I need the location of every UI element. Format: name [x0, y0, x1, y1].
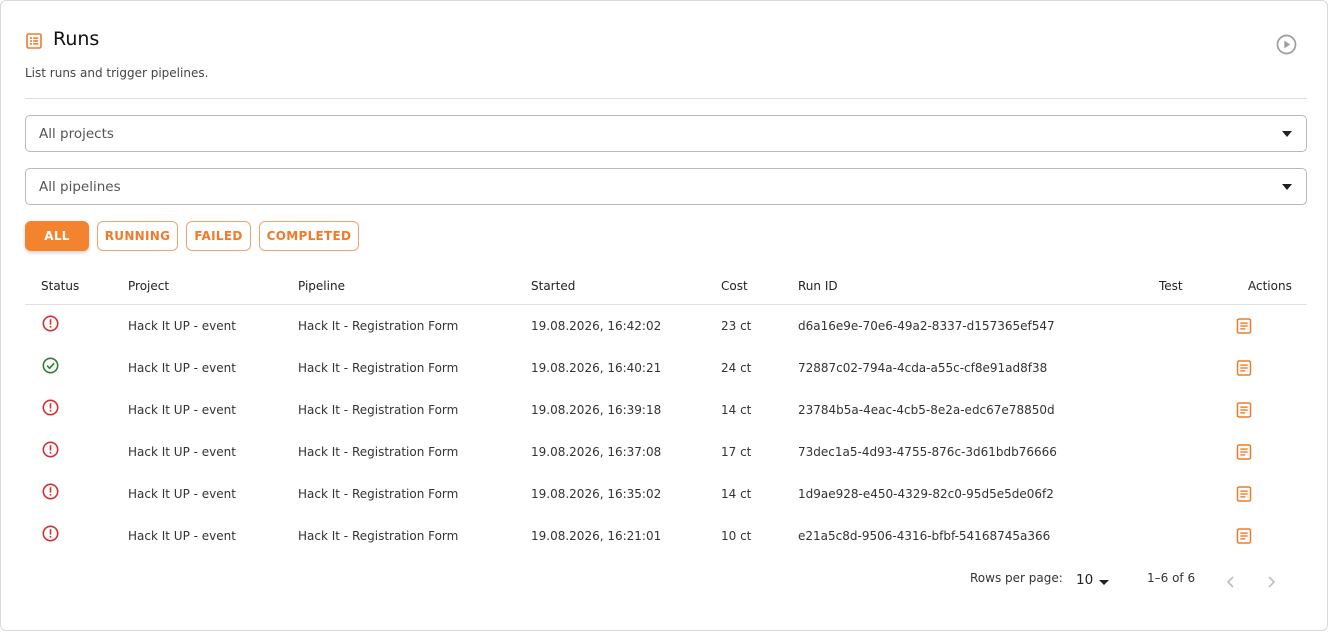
chevron-down-icon — [1282, 131, 1292, 137]
column-header-actions: Actions — [1248, 279, 1292, 293]
chevron-down-icon — [1282, 184, 1292, 190]
column-header-started[interactable]: Started — [531, 279, 575, 293]
rows-per-page-select[interactable]: 10 — [1076, 572, 1093, 588]
cell-cost: 14 ct — [721, 403, 752, 417]
pipeline-select[interactable]: All pipelines — [25, 168, 1307, 205]
column-header-project[interactable]: Project — [128, 279, 169, 293]
column-header-test[interactable]: Test — [1159, 279, 1183, 293]
cell-started: 19.08.2026, 16:40:21 — [531, 361, 662, 375]
cell-cost: 23 ct — [721, 319, 752, 333]
page-title: Runs — [53, 28, 100, 50]
page-subtitle: List runs and trigger pipelines. — [25, 66, 209, 80]
rows-per-page-label: Rows per page: — [970, 571, 1063, 585]
cell-started: 19.08.2026, 16:42:02 — [531, 319, 662, 333]
cell-started: 19.08.2026, 16:21:01 — [531, 529, 662, 543]
error-circle-icon — [42, 315, 59, 332]
cell-project: Hack It UP - event — [128, 361, 236, 375]
cell-pipeline: Hack It - Registration Form — [298, 529, 459, 543]
filter-tab-running[interactable]: RUNNING — [97, 221, 178, 251]
table-row[interactable]: Hack It UP - event Hack It - Registration… — [25, 305, 1307, 347]
cell-cost: 24 ct — [721, 361, 752, 375]
view-log-icon[interactable] — [1236, 444, 1252, 460]
cell-project: Hack It UP - event — [128, 319, 236, 333]
filter-tab-completed[interactable]: COMPLETED — [259, 221, 359, 251]
filter-tab-all[interactable]: ALL — [25, 221, 89, 251]
project-select-value: All projects — [39, 126, 114, 142]
column-header-run-id[interactable]: Run ID — [798, 279, 838, 293]
cell-started: 19.08.2026, 16:37:08 — [531, 445, 662, 459]
pagination-range: 1–6 of 6 — [1147, 571, 1196, 585]
runs-panel: Runs List runs and trigger pipelines. Al… — [0, 0, 1328, 631]
cell-cost: 17 ct — [721, 445, 752, 459]
column-header-status[interactable]: Status — [41, 279, 79, 293]
error-circle-icon — [42, 483, 59, 500]
cell-started: 19.08.2026, 16:35:02 — [531, 487, 662, 501]
chevron-down-icon[interactable] — [1099, 580, 1109, 585]
cell-run-id: d6a16e9e-70e6-49a2-8337-d157365ef547 — [798, 319, 1055, 333]
view-log-icon[interactable] — [1236, 360, 1252, 376]
project-select[interactable]: All projects — [25, 115, 1307, 152]
cell-pipeline: Hack It - Registration Form — [298, 319, 459, 333]
cell-pipeline: Hack It - Registration Form — [298, 445, 459, 459]
chevron-right-icon[interactable] — [1265, 575, 1277, 589]
play-circle-icon[interactable] — [1276, 34, 1297, 55]
check-circle-icon — [42, 357, 59, 374]
cell-pipeline: Hack It - Registration Form — [298, 403, 459, 417]
list-icon — [26, 33, 42, 49]
header-divider — [25, 98, 1307, 99]
view-log-icon[interactable] — [1236, 486, 1252, 502]
cell-project: Hack It UP - event — [128, 403, 236, 417]
chevron-left-icon[interactable] — [1225, 575, 1237, 589]
error-circle-icon — [42, 441, 59, 458]
pipeline-select-value: All pipelines — [39, 179, 121, 195]
table-row[interactable]: Hack It UP - event Hack It - Registration… — [25, 347, 1307, 389]
cell-run-id: e21a5c8d-9506-4316-bfbf-54168745a366 — [798, 529, 1051, 543]
view-log-icon[interactable] — [1236, 528, 1252, 544]
cell-cost: 14 ct — [721, 487, 752, 501]
table-row[interactable]: Hack It UP - event Hack It - Registration… — [25, 473, 1307, 515]
error-circle-icon — [42, 525, 59, 542]
column-header-pipeline[interactable]: Pipeline — [298, 279, 345, 293]
column-header-cost[interactable]: Cost — [721, 279, 748, 293]
cell-pipeline: Hack It - Registration Form — [298, 487, 459, 501]
cell-cost: 10 ct — [721, 529, 752, 543]
error-circle-icon — [42, 399, 59, 416]
cell-pipeline: Hack It - Registration Form — [298, 361, 459, 375]
table-row[interactable]: Hack It UP - event Hack It - Registration… — [25, 431, 1307, 473]
cell-project: Hack It UP - event — [128, 445, 236, 459]
view-log-icon[interactable] — [1236, 318, 1252, 334]
cell-run-id: 23784b5a-4eac-4cb5-8e2a-edc67e78850d — [798, 403, 1055, 417]
filter-tab-failed[interactable]: FAILED — [186, 221, 251, 251]
table-row[interactable]: Hack It UP - event Hack It - Registration… — [25, 515, 1307, 557]
cell-run-id: 1d9ae928-e450-4329-82c0-95d5e5de06f2 — [798, 487, 1054, 501]
cell-project: Hack It UP - event — [128, 487, 236, 501]
table-row[interactable]: Hack It UP - event Hack It - Registration… — [25, 389, 1307, 431]
view-log-icon[interactable] — [1236, 402, 1252, 418]
cell-run-id: 72887c02-794a-4cda-a55c-cf8e91ad8f38 — [798, 361, 1048, 375]
cell-project: Hack It UP - event — [128, 529, 236, 543]
cell-started: 19.08.2026, 16:39:18 — [531, 403, 662, 417]
cell-run-id: 73dec1a5-4d93-4755-876c-3d61bdb76666 — [798, 445, 1057, 459]
